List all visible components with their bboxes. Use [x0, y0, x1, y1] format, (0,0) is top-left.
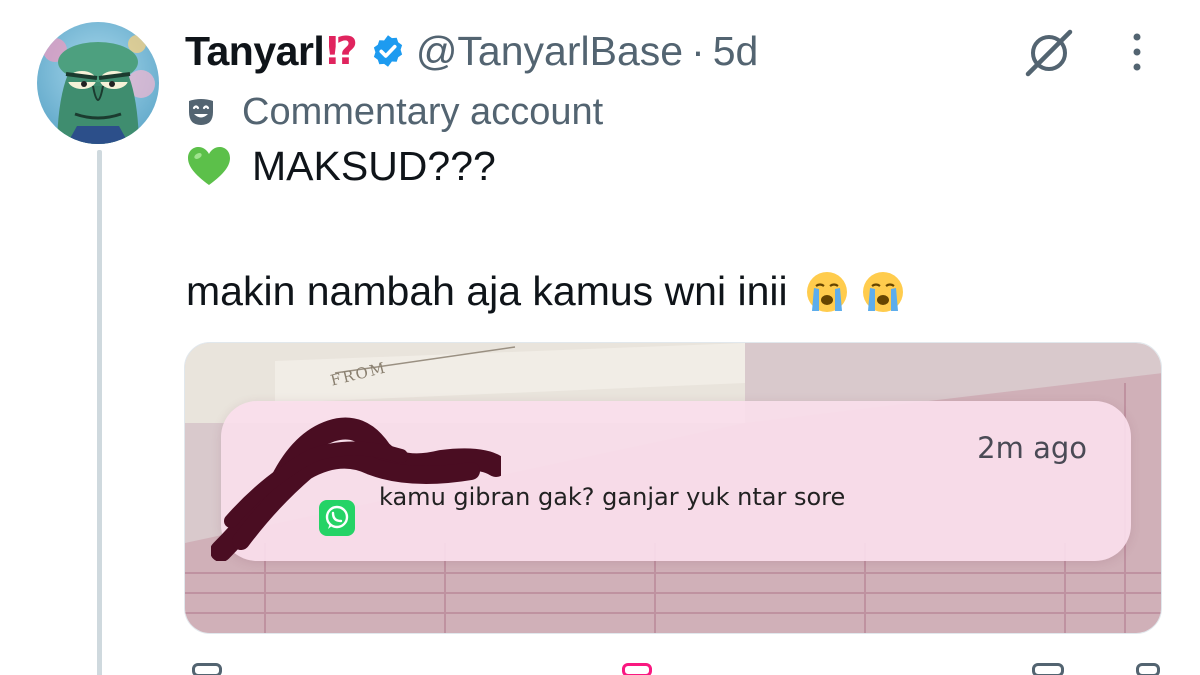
avatar[interactable] [37, 22, 159, 144]
notification-time: 2m ago [977, 431, 1087, 465]
account-label[interactable]: Commentary account [186, 90, 603, 134]
separator-dot: · [691, 27, 705, 74]
loudly-crying-face-icon [806, 271, 847, 312]
display-name[interactable]: Tanyarl [185, 28, 325, 75]
tweet-text-main: MAKSUD??? [252, 143, 496, 189]
avatar-squidward-image [37, 22, 159, 144]
share-icon[interactable] [1136, 663, 1160, 675]
bookmark-icon[interactable] [1032, 663, 1064, 675]
user-handle[interactable]: @TanyarlBase [416, 28, 683, 75]
tweet-text-line-2: makin nambah aja kamus wni inii [186, 268, 906, 315]
tweet-timestamp[interactable]: 5d [713, 28, 759, 75]
redaction-scribble [211, 417, 501, 561]
reply-icon[interactable] [192, 663, 222, 675]
thread-connector-line [97, 150, 102, 675]
tweet-text-secondary: makin nambah aja kamus wni inii [186, 268, 788, 314]
tweet-header: Tanyarl ⁉ @TanyarlBase · 5d [185, 24, 758, 78]
like-icon[interactable] [622, 663, 652, 675]
account-label-text: Commentary account [242, 90, 604, 133]
attached-image[interactable]: FROM 2m ago kamu gibran gak? ganjar yuk … [184, 342, 1162, 634]
interrobang-emoji: ⁉ [326, 30, 357, 73]
tweet-text-line-1: MAKSUD??? [186, 143, 496, 190]
tweet-action-bar [184, 663, 1164, 675]
more-options-icon[interactable] [1126, 30, 1148, 74]
loudly-crying-face-icon [862, 271, 903, 312]
verified-badge-icon[interactable] [370, 33, 406, 69]
green-heart-icon [188, 146, 230, 185]
theater-mask-icon [189, 99, 213, 125]
grok-icon[interactable] [1022, 26, 1076, 80]
whatsapp-icon [319, 500, 355, 536]
